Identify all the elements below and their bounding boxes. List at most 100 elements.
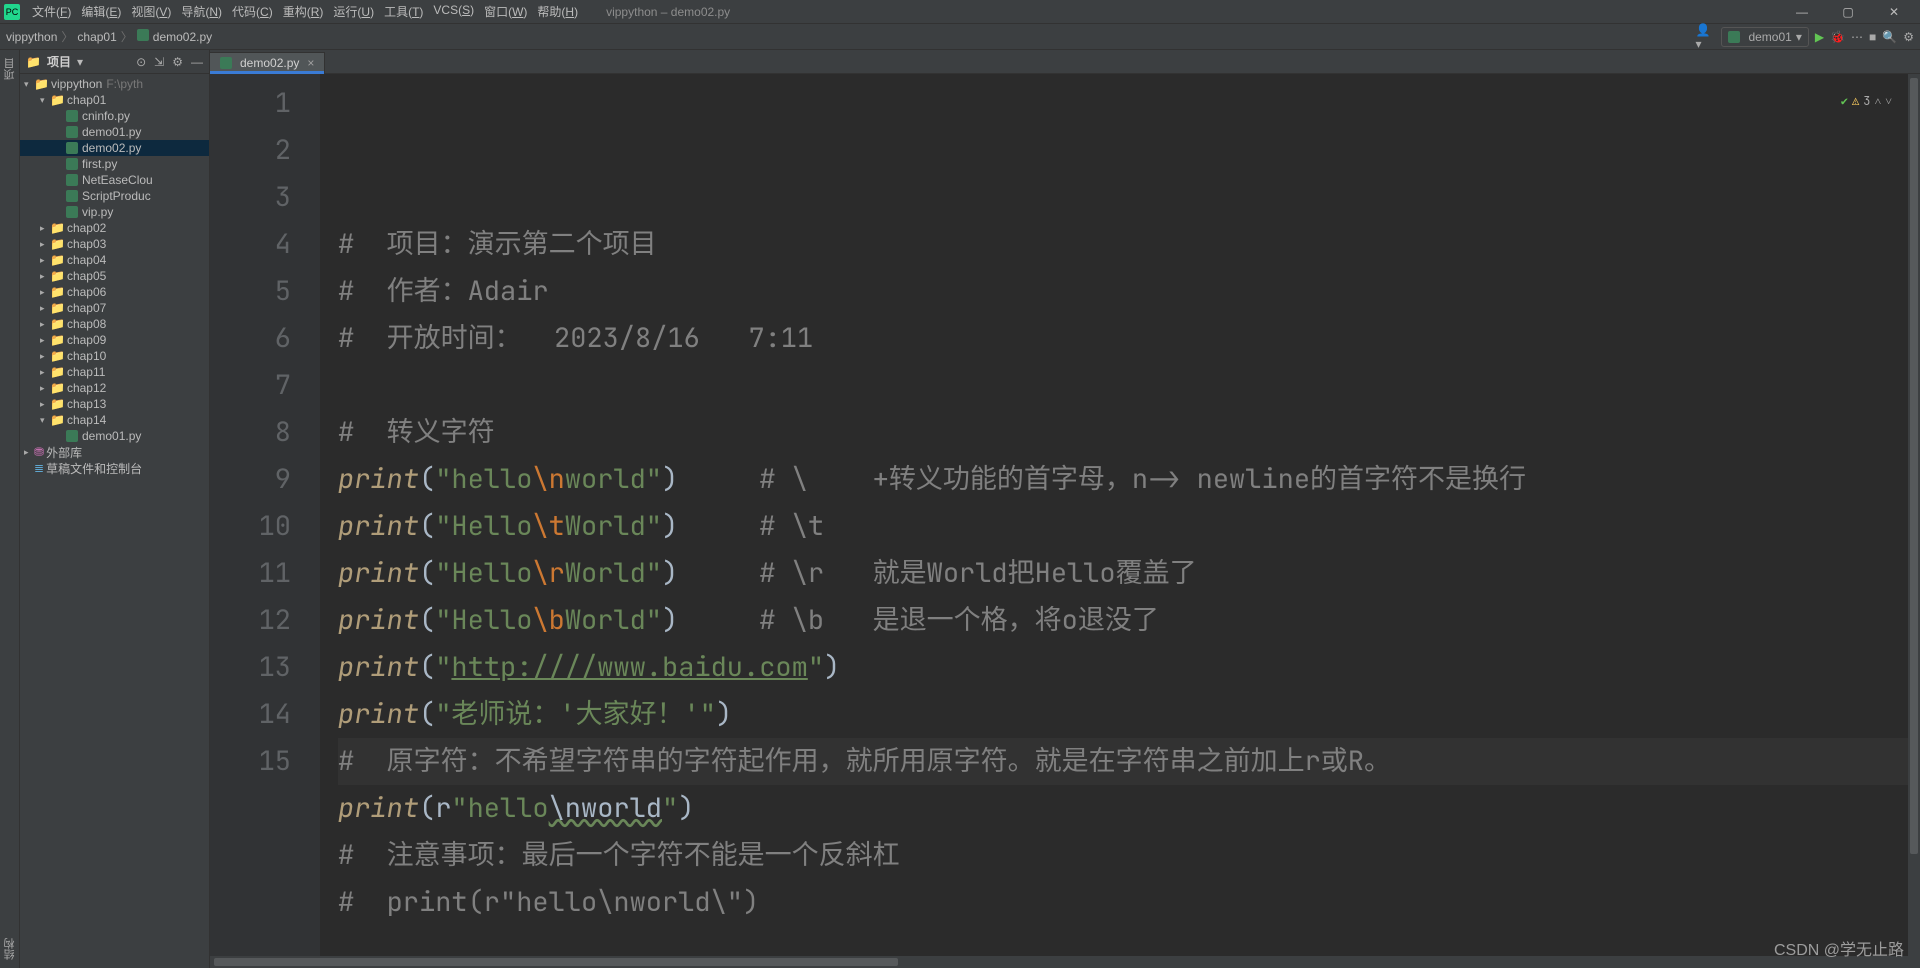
menu-r[interactable]: 重构(R) xyxy=(279,1,328,22)
code-line[interactable]: # 项目：演示第二个项目 xyxy=(338,221,1908,268)
user-icon[interactable]: 👤▾ xyxy=(1695,27,1715,47)
tree-file[interactable]: first.py xyxy=(20,156,209,172)
close-icon[interactable]: × xyxy=(307,56,314,70)
menu-h[interactable]: 帮助(H) xyxy=(533,1,582,22)
tree-item[interactable]: ≣ 草稿文件和控制台 xyxy=(20,460,209,476)
code-line[interactable]: print("老师说：'大家好！'") xyxy=(338,691,1908,738)
tree-folder[interactable]: ▸📁 chap03 xyxy=(20,236,209,252)
menu-e[interactable]: 编辑(E) xyxy=(77,1,125,22)
line-number-gutter[interactable]: 123456789101112131415 xyxy=(210,74,306,956)
line-number[interactable]: 15 xyxy=(216,738,291,785)
code-line[interactable]: # 转义字符 xyxy=(338,409,1908,456)
menu-v[interactable]: 视图(V) xyxy=(127,1,175,22)
tree-folder[interactable]: ▾📁 chap14 xyxy=(20,412,209,428)
tree-folder[interactable]: ▸📁 chap10 xyxy=(20,348,209,364)
search-icon[interactable]: 🔍 xyxy=(1882,30,1897,44)
breadcrumb-item[interactable]: chap01 xyxy=(77,30,116,44)
chevron-down-icon[interactable]: ˅ xyxy=(1885,78,1892,125)
code-line[interactable]: # 作者：Adair xyxy=(338,268,1908,315)
tree-file[interactable]: demo01.py xyxy=(20,124,209,140)
tree-folder[interactable]: ▾📁 vippythonF:\pyth xyxy=(20,76,209,92)
editor-tab[interactable]: demo02.py × xyxy=(210,52,325,73)
code-line[interactable] xyxy=(338,362,1908,409)
python-icon xyxy=(66,142,78,154)
line-number[interactable]: 3 xyxy=(216,174,291,221)
tree-folder[interactable]: ▸📁 chap13 xyxy=(20,396,209,412)
line-number[interactable]: 1 xyxy=(216,80,291,127)
tree-file[interactable]: cninfo.py xyxy=(20,108,209,124)
line-number[interactable]: 11 xyxy=(216,550,291,597)
menu-s[interactable]: VCS(S) xyxy=(429,1,478,22)
debug-button[interactable]: 🐞 xyxy=(1830,30,1845,44)
chevron-up-icon[interactable]: ˄ xyxy=(1874,78,1881,125)
breadcrumb-item[interactable]: demo02.py xyxy=(137,29,212,44)
menu-c[interactable]: 代码(C) xyxy=(228,1,277,22)
line-number[interactable]: 8 xyxy=(216,409,291,456)
close-button[interactable]: ✕ xyxy=(1872,0,1916,24)
tree-file[interactable]: ScriptProduc xyxy=(20,188,209,204)
fold-column[interactable] xyxy=(306,74,320,956)
line-number[interactable]: 4 xyxy=(216,221,291,268)
run-configuration-selector[interactable]: demo01 ▾ xyxy=(1721,27,1808,47)
select-opened-file-icon[interactable]: ⊙ xyxy=(136,55,146,69)
chevron-down-icon[interactable]: ▾ xyxy=(77,55,83,69)
hide-panel-icon[interactable]: — xyxy=(191,55,203,69)
tree-item[interactable]: ▸⛃ 外部库 xyxy=(20,444,209,460)
collapse-all-icon[interactable]: ⇲ xyxy=(154,55,164,69)
tree-folder[interactable]: ▸📁 chap08 xyxy=(20,316,209,332)
rail-tab-structure[interactable]: 结构 xyxy=(2,938,18,960)
tree-file[interactable]: vip.py xyxy=(20,204,209,220)
line-number[interactable]: 5 xyxy=(216,268,291,315)
code-line[interactable]: print("http:////www.baidu.com") xyxy=(338,644,1908,691)
code-line[interactable]: # 开放时间： 2023/8/16 7:11 xyxy=(338,315,1908,362)
line-number[interactable]: 9 xyxy=(216,456,291,503)
tree-folder[interactable]: ▸📁 chap12 xyxy=(20,380,209,396)
stop-button[interactable]: ■ xyxy=(1869,30,1876,44)
project-panel: 📁 项目 ▾ ⊙ ⇲ ⚙ — ▾📁 vippythonF:\pyth▾📁 cha… xyxy=(20,50,210,968)
code-line[interactable]: # print(r"hello\nworld\") xyxy=(338,879,1908,926)
line-number[interactable]: 12 xyxy=(216,597,291,644)
run-more-button[interactable]: ⋯ xyxy=(1851,30,1863,44)
line-number[interactable]: 7 xyxy=(216,362,291,409)
line-number[interactable]: 10 xyxy=(216,503,291,550)
inspection-status[interactable]: ✔ ⚠ 3 ˄ ˅ xyxy=(1841,78,1892,125)
tree-folder[interactable]: ▸📁 chap05 xyxy=(20,268,209,284)
line-number[interactable]: 6 xyxy=(216,315,291,362)
code-line[interactable]: print("Hello\rWorld") # \r 就是World把Hello… xyxy=(338,550,1908,597)
project-tree[interactable]: ▾📁 vippythonF:\pyth▾📁 chap01 cninfo.py d… xyxy=(20,74,209,968)
tree-folder[interactable]: ▸📁 chap02 xyxy=(20,220,209,236)
tree-folder[interactable]: ▸📁 chap09 xyxy=(20,332,209,348)
minimize-button[interactable]: — xyxy=(1780,0,1824,24)
horizontal-scrollbar[interactable] xyxy=(210,956,1920,968)
code-line[interactable]: # 原字符：不希望字符串的字符起作用，就所用原字符。就是在字符串之前加上r或R。 xyxy=(338,738,1908,785)
tree-folder[interactable]: ▾📁 chap01 xyxy=(20,92,209,108)
rail-tab-project[interactable]: 项目 xyxy=(2,58,18,80)
line-number[interactable]: 14 xyxy=(216,691,291,738)
tree-folder[interactable]: ▸📁 chap07 xyxy=(20,300,209,316)
menu-n[interactable]: 导航(N) xyxy=(177,1,226,22)
tree-file[interactable]: demo02.py xyxy=(20,140,209,156)
line-number[interactable]: 2 xyxy=(216,127,291,174)
code-line[interactable]: print("Hello\tWorld") # \t xyxy=(338,503,1908,550)
tree-file[interactable]: NetEaseClou xyxy=(20,172,209,188)
tree-folder[interactable]: ▸📁 chap04 xyxy=(20,252,209,268)
code-editor[interactable]: ✔ ⚠ 3 ˄ ˅ # 项目：演示第二个项目# 作者：Adair# 开放时间： … xyxy=(320,74,1908,956)
code-line[interactable]: print("hello\nworld") # \ +转义功能的首字母，n-> … xyxy=(338,456,1908,503)
code-line[interactable]: print("Hello\bWorld") # \b 是退一个格，将o退没了 xyxy=(338,597,1908,644)
breadcrumb-item[interactable]: vippython xyxy=(6,30,57,44)
maximize-button[interactable]: ▢ xyxy=(1826,0,1870,24)
settings-icon[interactable]: ⚙ xyxy=(172,55,183,69)
code-line[interactable]: print(r"hello\nworld") xyxy=(338,785,1908,832)
settings-icon[interactable]: ⚙ xyxy=(1903,30,1914,44)
vertical-scrollbar[interactable] xyxy=(1908,74,1920,956)
menu-u[interactable]: 运行(U) xyxy=(329,1,378,22)
line-number[interactable]: 13 xyxy=(216,644,291,691)
tree-folder[interactable]: ▸📁 chap11 xyxy=(20,364,209,380)
code-line[interactable]: # 注意事项：最后一个字符不能是一个反斜杠 xyxy=(338,832,1908,879)
run-button[interactable]: ▶ xyxy=(1815,30,1824,44)
tree-file[interactable]: demo01.py xyxy=(20,428,209,444)
menu-f[interactable]: 文件(F) xyxy=(28,1,75,22)
tree-folder[interactable]: ▸📁 chap06 xyxy=(20,284,209,300)
menu-t[interactable]: 工具(T) xyxy=(380,1,427,22)
menu-w[interactable]: 窗口(W) xyxy=(480,1,531,22)
